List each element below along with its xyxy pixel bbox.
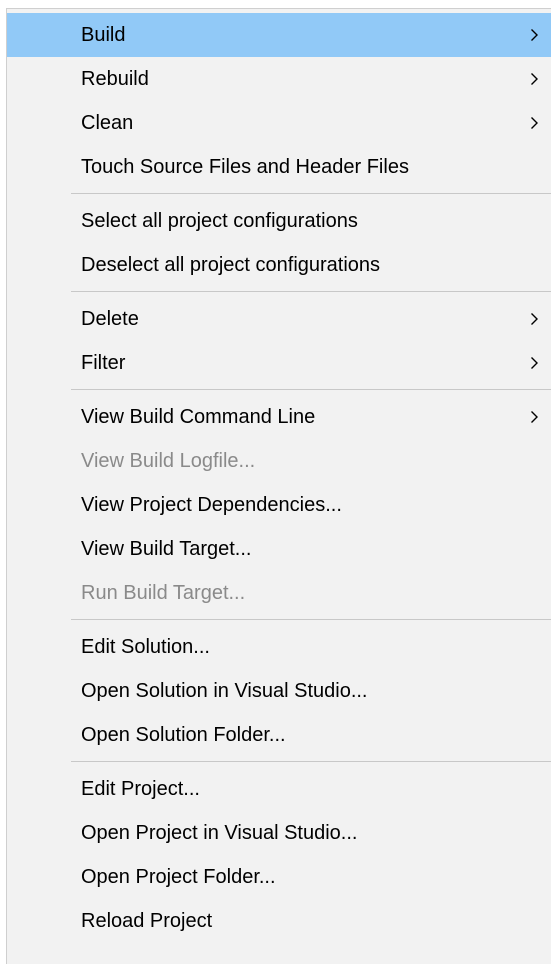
menu-separator [7,757,551,767]
menu-item-build[interactable]: Build [7,13,551,57]
menu-item-deselect-all-project-configurations[interactable]: Deselect all project configurations [7,243,551,287]
menu-item-label: Delete [81,308,139,330]
menu-item-edit-solution[interactable]: Edit Solution... [7,625,551,669]
menu-item-label: Select all project configurations [81,210,358,232]
menu-item-reload-project[interactable]: Reload Project [7,899,551,943]
menu-item-clean[interactable]: Clean [7,101,551,145]
menu-item-label: Reload Project [81,910,213,932]
chevron-right-icon [527,57,541,101]
menu-list: Build Rebuild Clean Touch Source Files and … [7,13,551,943]
menu-item-label: View Project Dependencies... [81,494,342,516]
chevron-right-icon [527,101,541,145]
menu-item-label: Deselect all project configurations [81,254,381,276]
menu-item-rebuild[interactable]: Rebuild [7,57,551,101]
menu-item-open-solution-in-visual-studio[interactable]: Open Solution in Visual Studio... [7,669,551,713]
menu-item-edit-project[interactable]: Edit Project... [7,767,551,811]
chevron-right-icon [527,341,541,385]
chevron-right-icon [527,297,541,341]
menu-item-label: Rebuild [81,68,149,90]
menu-item-filter[interactable]: Filter [7,341,551,385]
menu-item-delete[interactable]: Delete [7,297,551,341]
chevron-right-icon [527,395,541,439]
menu-item-run-build-target: Run Build Target... [7,571,551,615]
context-menu: Build Rebuild Clean Touch Source Files and … [6,8,551,964]
menu-separator [7,287,551,297]
menu-item-view-build-target[interactable]: View Build Target... [7,527,551,571]
menu-item-label: Open Project Folder... [81,866,276,888]
menu-item-view-build-command-line[interactable]: View Build Command Line [7,395,551,439]
menu-item-label: View Build Target... [81,538,252,560]
menu-item-label: View Build Command Line [81,406,316,428]
menu-item-label: Touch Source Files and Header Files [81,156,409,178]
menu-separator [7,189,551,199]
menu-item-open-project-in-visual-studio[interactable]: Open Project in Visual Studio... [7,811,551,855]
menu-item-label: Build [81,24,126,46]
menu-separator [7,615,551,625]
menu-item-label: Open Solution in Visual Studio... [81,680,368,702]
chevron-right-icon [527,13,541,57]
menu-item-label: View Build Logfile... [81,450,256,472]
menu-separator [7,385,551,395]
menu-item-open-solution-folder[interactable]: Open Solution Folder... [7,713,551,757]
menu-item-view-project-dependencies[interactable]: View Project Dependencies... [7,483,551,527]
menu-item-label: Filter [81,352,126,374]
menu-item-label: Open Project in Visual Studio... [81,822,358,844]
menu-item-label: Open Solution Folder... [81,724,286,746]
menu-item-select-all-project-configurations[interactable]: Select all project configurations [7,199,551,243]
menu-item-touch-source-files-and-header-files[interactable]: Touch Source Files and Header Files [7,145,551,189]
menu-item-view-build-logfile: View Build Logfile... [7,439,551,483]
menu-item-label: Run Build Target... [81,582,246,604]
menu-item-open-project-folder[interactable]: Open Project Folder... [7,855,551,899]
menu-item-label: Clean [81,112,134,134]
menu-item-label: Edit Solution... [81,636,210,658]
menu-item-label: Edit Project... [81,778,200,800]
